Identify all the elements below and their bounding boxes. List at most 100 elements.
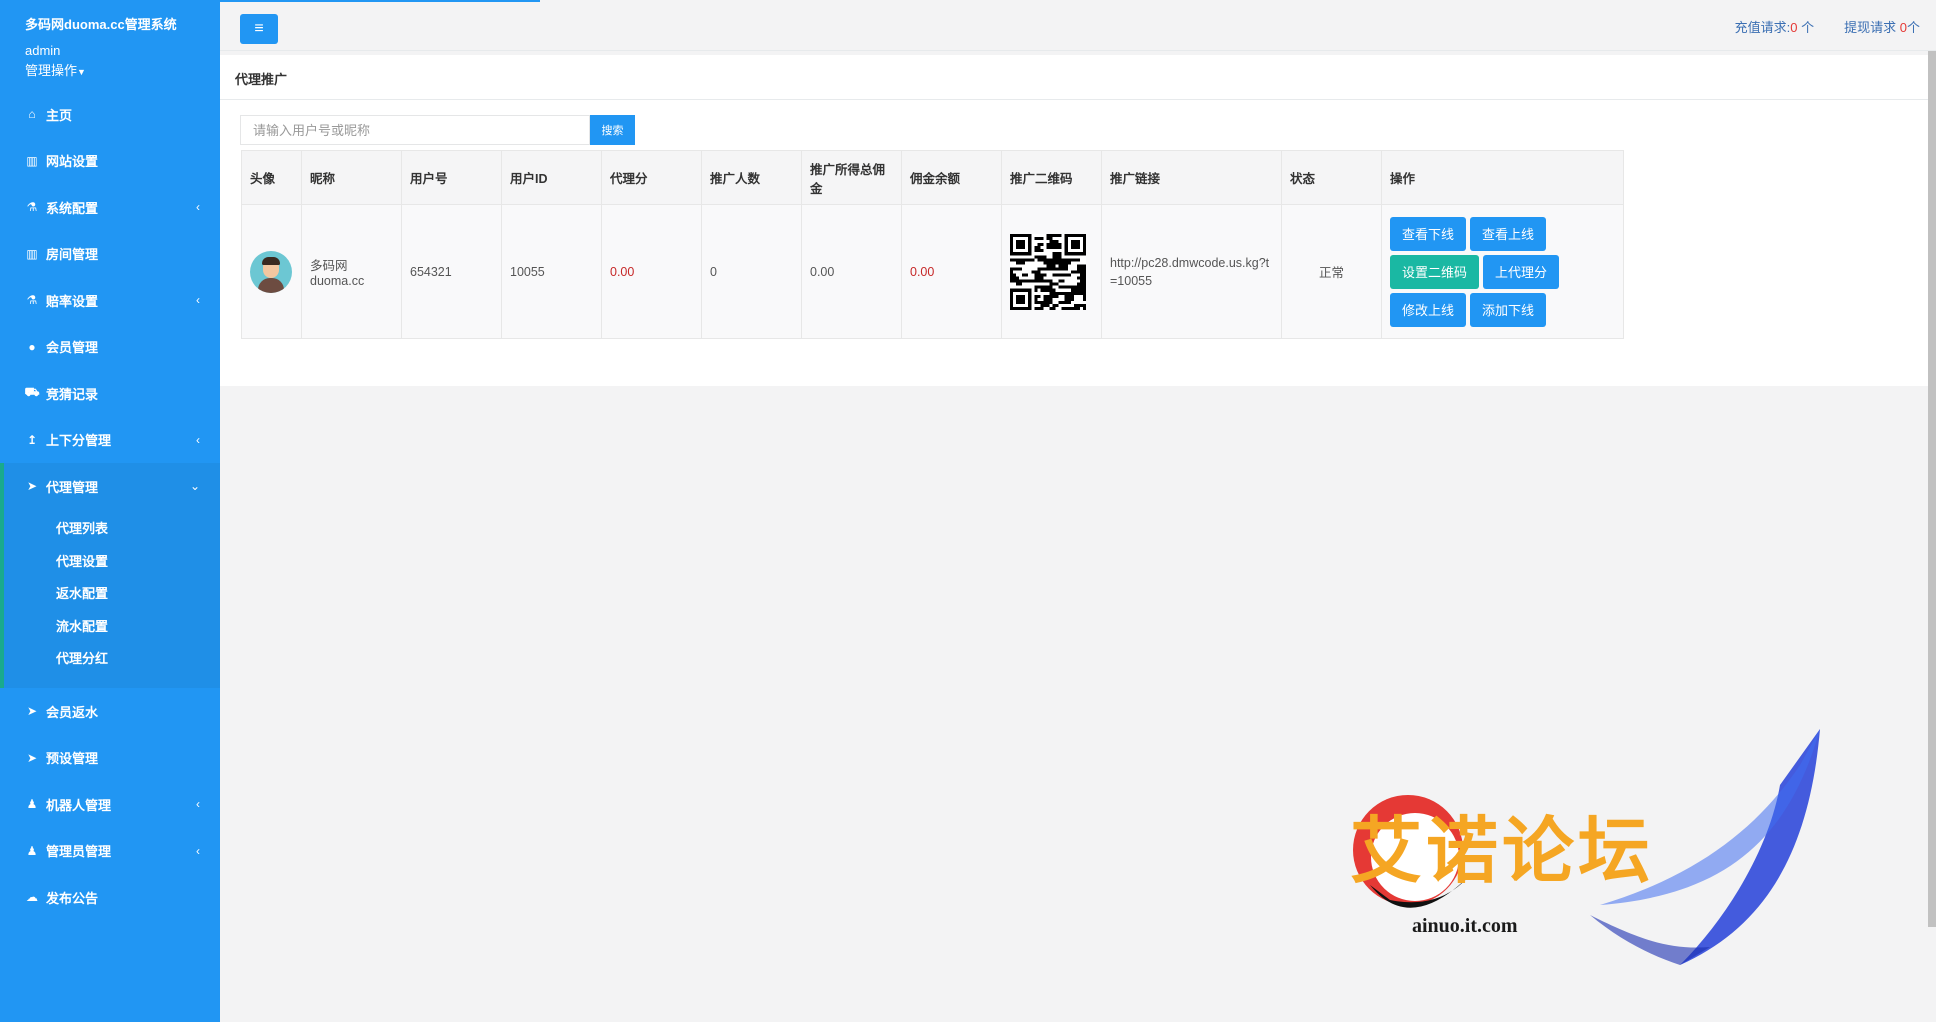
table-row: 多码网 duoma.cc 654321 10055 0.00 0 0.00 0.0…: [241, 204, 1624, 339]
watermark-url: ainuo.it.com: [1412, 915, 1518, 937]
sidebar-item-robot-management[interactable]: ♟ 机器人管理 ‹: [0, 781, 220, 828]
sidebar-item-admin-management[interactable]: ♟ 管理员管理 ‹: [0, 828, 220, 875]
table-header-row: 头像 昵称 用户号 用户ID 代理分 推广人数 推广所得总佣金 佣金余额 推广二…: [241, 150, 1624, 205]
sidebar-item-member-management[interactable]: ● 会员管理: [0, 324, 220, 371]
sidebar-item-label: 发布公告: [46, 890, 99, 906]
add-downline-button[interactable]: 添加下线: [1470, 292, 1547, 327]
sidebar-subitem-agent-dividend[interactable]: 代理分红: [4, 642, 220, 675]
withdraw-unit: 个: [1906, 20, 1920, 35]
sidebar-item-system-config[interactable]: ⚗ 系统配置 ‹: [0, 184, 220, 231]
admin-ops-dropdown[interactable]: 管理操作▼: [25, 60, 220, 79]
set-qr-code-button[interactable]: 设置二维码: [1390, 254, 1480, 289]
sidebar-item-label: 上下分管理: [46, 433, 112, 449]
paper-plane-icon: ➤: [26, 750, 38, 765]
cell-qr-code: [1001, 204, 1102, 339]
sidebar-subitem-turnover-config[interactable]: 流水配置: [4, 609, 220, 642]
header-agent-points: 代理分: [601, 150, 702, 205]
add-agent-points-button[interactable]: 上代理分: [1483, 254, 1560, 289]
agent-table-wrapper: 头像 昵称 用户号 用户ID 代理分 推广人数 推广所得总佣金 佣金余额 推广二…: [241, 150, 1624, 339]
withdraw-count: 0: [1899, 20, 1907, 35]
page-scrollbar[interactable]: [1928, 51, 1936, 927]
male-icon: ♟: [26, 797, 38, 812]
sidebar-subitem-rebate-config[interactable]: 返水配置: [4, 577, 220, 610]
recharge-requests-link[interactable]: 充值请求:0 个: [1735, 17, 1815, 36]
sidebar-item-label: 赔率设置: [46, 293, 99, 309]
sidebar-item-room-management[interactable]: ▥ 房间管理: [0, 231, 220, 278]
chevron-left-icon: ‹: [196, 843, 200, 858]
menu-toggle-button[interactable]: ≡: [240, 14, 278, 44]
columns-icon: ▥: [26, 246, 38, 261]
agent-table: 头像 昵称 用户号 用户ID 代理分 推广人数 推广所得总佣金 佣金余额 推广二…: [241, 150, 1624, 339]
cell-avatar: [241, 204, 302, 339]
header-actions: 操作: [1381, 150, 1624, 205]
sidebar-item-label: 主页: [46, 107, 73, 123]
search-button[interactable]: 搜索: [590, 115, 635, 145]
withdraw-requests-link[interactable]: 提现请求 0个: [1844, 17, 1920, 36]
sidebar-item-label: 房间管理: [46, 247, 99, 263]
recharge-unit: 个: [1801, 20, 1815, 35]
username: admin: [25, 43, 61, 58]
chevron-down-icon: ⌄: [189, 479, 200, 494]
edit-upline-button[interactable]: 修改上线: [1390, 292, 1467, 327]
cell-promo-link[interactable]: http://pc28.dmwcode.us.kg?t=10055: [1101, 204, 1282, 339]
sidebar-item-home[interactable]: ⌂ 主页: [0, 91, 220, 138]
bars-icon: ≡: [254, 20, 264, 37]
cell-nickname: 多码网 duoma.cc: [301, 204, 402, 339]
avatar-body: [258, 277, 284, 293]
nickname-line2: duoma.cc: [310, 274, 365, 288]
sidebar-item-label: 代理管理: [46, 479, 99, 495]
car-icon: ⛟: [24, 385, 40, 400]
sidebar-item-label: 机器人管理: [46, 797, 112, 813]
brand: 多码网duoma.cc管理系统 admin 管理操作▼: [0, 0, 220, 79]
sidebar-item-announcement[interactable]: ☁ 发布公告: [0, 874, 220, 921]
cell-actions: 查看下线 查看上线 设置二维码 上代理分 修改上线 添加下线: [1381, 204, 1624, 339]
paper-plane-icon: ➤: [26, 704, 38, 719]
sidebar-item-label: 会员返水: [46, 704, 99, 720]
withdraw-label: 提现请求: [1844, 20, 1897, 35]
nickname-line1: 多码网: [310, 259, 348, 273]
sidebar-item-odds-settings[interactable]: ⚗ 赔率设置 ‹: [0, 277, 220, 324]
paper-plane-icon: ➤: [26, 479, 38, 494]
sidebar-item-bet-records[interactable]: ⛟ 竞猜记录: [0, 370, 220, 417]
sidebar: 多码网duoma.cc管理系统 admin 管理操作▼ ⌂ 主页 ▥ 网站设置 ⚗ 系…: [0, 0, 220, 1022]
chevron-left-icon: ‹: [196, 432, 200, 447]
sidebar-subitem-agent-settings[interactable]: 代理设置: [4, 544, 220, 577]
sidebar-item-preset-management[interactable]: ➤ 预设管理: [0, 735, 220, 782]
upload-icon: ↥: [26, 432, 38, 447]
qr-code-image: [1010, 233, 1086, 310]
search-input[interactable]: [240, 115, 590, 145]
cell-commission-balance: 0.00: [901, 204, 1002, 339]
header-user-id: 用户ID: [501, 150, 602, 205]
user-icon: ●: [28, 339, 36, 354]
action-buttons: 查看下线 查看上线 设置二维码 上代理分 修改上线 添加下线: [1390, 216, 1575, 327]
sidebar-item-member-rebate[interactable]: ➤ 会员返水: [0, 688, 220, 735]
sidebar-item-points-management[interactable]: ↥ 上下分管理 ‹: [0, 417, 220, 464]
header-commission-balance: 佣金余额: [901, 150, 1002, 205]
page-load-progress: [220, 0, 540, 2]
cell-status: 正常: [1281, 204, 1382, 339]
view-downline-button[interactable]: 查看下线: [1390, 216, 1467, 251]
top-navbar: ≡ 充值请求:0 个 提现请求 0个: [220, 0, 1936, 51]
header-status: 状态: [1281, 150, 1382, 205]
sidebar-item-label: 网站设置: [46, 154, 99, 170]
sidebar-item-label: 竞猜记录: [46, 386, 99, 402]
sidebar-item-site-settings[interactable]: ▥ 网站设置: [0, 138, 220, 185]
avatar-hair: [262, 256, 280, 265]
recharge-label: 充值请求:: [1734, 20, 1791, 35]
header-promo-count: 推广人数: [701, 150, 802, 205]
content-panel: 代理推广 搜索 头像 昵称 用户号 用户ID 代理分 推广人数 推广所得总佣金 …: [220, 55, 1928, 386]
sidebar-item-label: 会员管理: [46, 340, 99, 356]
sidebar-item-agent-management[interactable]: ➤ 代理管理 ⌄: [0, 463, 220, 510]
sidebar-item-label: 管理员管理: [46, 844, 112, 860]
header-nickname: 昵称: [301, 150, 402, 205]
flask-icon: ⚗: [26, 200, 38, 215]
home-icon: ⌂: [28, 107, 36, 122]
header-qr-code: 推广二维码: [1001, 150, 1102, 205]
columns-icon: ▥: [26, 153, 38, 168]
chevron-left-icon: ‹: [196, 293, 200, 308]
agent-submenu: 代理列表 代理设置 返水配置 流水配置 代理分红: [0, 509, 220, 688]
sidebar-subitem-agent-list[interactable]: 代理列表: [4, 512, 220, 545]
cell-total-commission: 0.00: [801, 204, 902, 339]
side-menu: ⌂ 主页 ▥ 网站设置 ⚗ 系统配置 ‹ ▥ 房间管理 ⚗ 赔率设置 ‹ ● 会员管理 ⛟ 竞猜记…: [0, 91, 220, 921]
view-upline-button[interactable]: 查看上线: [1470, 216, 1547, 251]
